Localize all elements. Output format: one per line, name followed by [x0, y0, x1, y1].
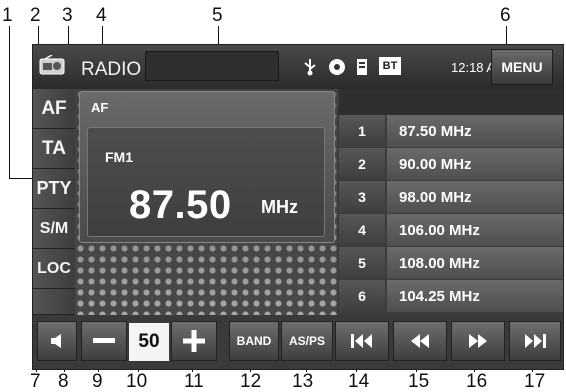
preset-frequency: 104.25 MHz — [387, 280, 563, 312]
seek-back-button[interactable] — [335, 321, 389, 361]
bluetooth-icon: BT — [379, 57, 401, 75]
band-button[interactable]: BAND — [229, 321, 279, 361]
callout-4: 4 — [96, 5, 107, 26]
band-indicator: FM1 — [105, 149, 133, 165]
speaker-icon — [51, 334, 61, 348]
radio-screen: RADIO BT 12:18 AM MENU AF TA PTY S/M LOC… — [32, 44, 564, 370]
preset-item[interactable]: 4 106.00 MHz — [339, 214, 563, 247]
plus-icon — [183, 330, 205, 352]
asps-button-label: AS/PS — [288, 334, 325, 348]
sm-button-label: S/M — [39, 219, 69, 237]
callout-10: 10 — [126, 371, 148, 392]
sidebar-filler — [33, 289, 75, 315]
menu-button[interactable]: MENU — [491, 49, 553, 85]
preset-number: 5 — [339, 247, 385, 279]
sd-card-icon — [357, 59, 367, 75]
leader-line-1 — [9, 26, 10, 178]
frequency-unit: MHz — [261, 197, 298, 217]
preset-item[interactable]: 3 98.00 MHz — [339, 181, 563, 214]
ta-button-label: TA — [42, 137, 66, 159]
station-name-box — [145, 51, 279, 81]
callout-1: 1 — [2, 5, 13, 26]
preset-frequency: 87.50 MHz — [387, 115, 563, 147]
pty-button[interactable]: PTY — [33, 169, 75, 209]
loc-button[interactable]: LOC — [33, 249, 75, 289]
preset-number: 6 — [339, 280, 385, 312]
preset-item[interactable]: 2 90.00 MHz — [339, 148, 563, 181]
callout-17: 17 — [524, 371, 546, 392]
callout-3: 3 — [62, 5, 73, 26]
callout-5: 5 — [212, 5, 223, 26]
seek-forward-button[interactable] — [509, 321, 561, 361]
volume-down-button[interactable] — [81, 321, 127, 361]
preset-number: 4 — [339, 214, 385, 246]
af-indicator: AF — [91, 100, 109, 115]
volume-up-button[interactable] — [171, 321, 217, 361]
preset-frequency: 98.00 MHz — [387, 181, 563, 213]
rewind-icon — [411, 334, 429, 348]
preset-number: 2 — [339, 148, 385, 180]
skip-forward-icon — [525, 334, 546, 348]
preset-frequency: 106.00 MHz — [387, 214, 563, 246]
callout-12: 12 — [240, 371, 262, 392]
minus-icon — [93, 338, 115, 343]
loc-button-label: LOC — [37, 259, 71, 277]
tune-forward-button[interactable] — [451, 321, 505, 361]
ta-button[interactable]: TA — [33, 129, 75, 169]
callout-13: 13 — [292, 371, 314, 392]
preset-frequency: 90.00 MHz — [387, 148, 563, 180]
asps-button[interactable]: AS/PS — [281, 321, 333, 361]
disc-icon — [329, 59, 345, 75]
mute-button[interactable] — [37, 321, 77, 361]
af-button[interactable]: AF — [33, 89, 75, 129]
preset-frequency: 108.00 MHz — [387, 247, 563, 279]
volume-level: 50 — [129, 323, 169, 361]
preset-item[interactable]: 6 104.25 MHz — [339, 280, 563, 313]
callout-14: 14 — [348, 371, 370, 392]
preset-number: 3 — [339, 181, 385, 213]
band-button-label: BAND — [236, 334, 272, 348]
callout-16: 16 — [466, 371, 488, 392]
pty-button-label: PTY — [36, 178, 72, 198]
callout-8: 8 — [58, 371, 69, 392]
frequency-value: 87.50 — [129, 183, 232, 227]
preset-item[interactable]: 5 108.00 MHz — [339, 247, 563, 280]
callout-6: 6 — [500, 5, 511, 26]
callout-9: 9 — [92, 371, 103, 392]
radio-icon[interactable] — [39, 55, 65, 75]
callout-7: 7 — [30, 371, 41, 392]
af-button-label: AF — [41, 97, 67, 119]
tune-back-button[interactable] — [393, 321, 447, 361]
sm-button[interactable]: S/M — [33, 209, 75, 249]
preset-number: 1 — [339, 115, 385, 147]
app-title: RADIO — [81, 59, 142, 80]
top-bar: RADIO BT 12:18 AM MENU — [33, 45, 563, 89]
preset-list-header — [339, 89, 563, 115]
callout-15: 15 — [408, 371, 430, 392]
leader-line-3 — [68, 26, 69, 46]
fast-forward-icon — [469, 334, 487, 348]
callout-11: 11 — [184, 371, 204, 392]
preset-item[interactable]: 1 87.50 MHz — [339, 115, 563, 148]
skip-back-icon — [351, 334, 372, 348]
usb-icon — [304, 59, 316, 76]
callout-2: 2 — [30, 5, 41, 26]
